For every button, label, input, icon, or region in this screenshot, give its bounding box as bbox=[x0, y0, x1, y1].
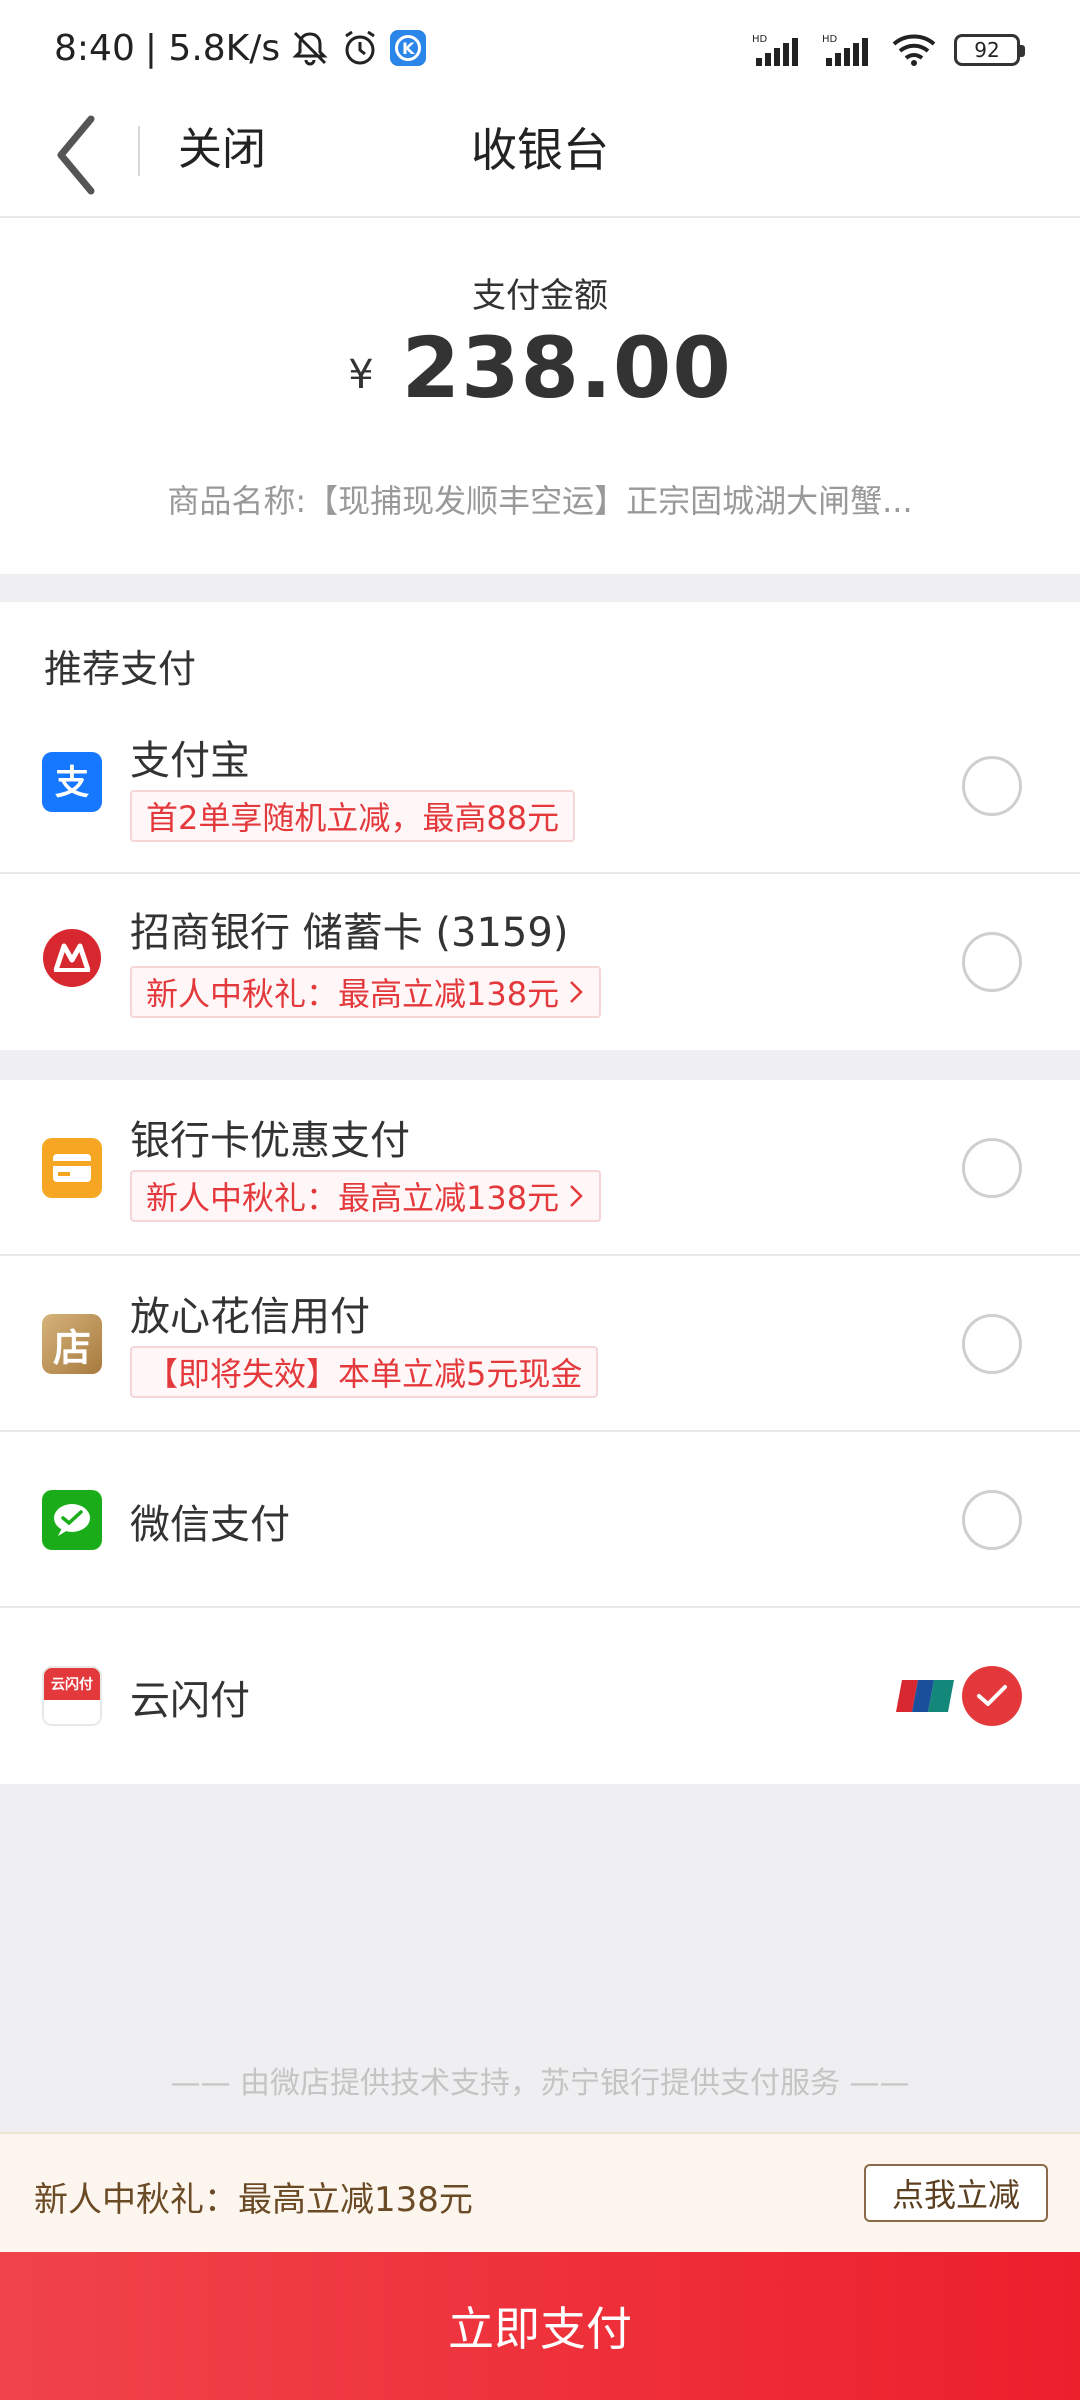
check-icon bbox=[977, 1685, 1007, 1706]
amount-section: 支付金额 ¥ 238.00 商品名称:【现捕现发顺丰空运】正宗固城湖大闸蟹... bbox=[0, 218, 1080, 574]
promo-badge[interactable]: 新人中秋礼：最高立减138元 bbox=[130, 1170, 602, 1222]
mute-icon bbox=[292, 31, 328, 66]
pay-option-name: 云闪付 bbox=[130, 1678, 250, 1724]
radio-button[interactable] bbox=[962, 1490, 1022, 1550]
pay-option-name: 招商银行 储蓄卡 (3159) bbox=[130, 910, 569, 956]
battery-icon: 92 bbox=[954, 34, 1025, 66]
alarm-icon bbox=[345, 30, 376, 65]
hd-signal-icon: HD bbox=[822, 34, 868, 66]
unionpay-logo-icon bbox=[896, 1680, 954, 1712]
hd-signal-icon: HD bbox=[752, 34, 798, 66]
pay-now-button[interactable]: 立即支付 bbox=[0, 2252, 1080, 2400]
status-net-speed: | 5.8K/s bbox=[144, 27, 281, 69]
back-button[interactable] bbox=[36, 110, 116, 200]
radio-button[interactable] bbox=[962, 1314, 1022, 1374]
amount-row: ¥ 238.00 bbox=[0, 318, 1080, 418]
promo-bar: 新人中秋礼：最高立减138元 点我立减 bbox=[0, 2132, 1080, 2252]
nav-divider bbox=[138, 126, 140, 176]
cmb-icon bbox=[42, 928, 102, 988]
amount-label: 支付金额 bbox=[472, 276, 608, 316]
status-right: HD HD 92 bbox=[752, 30, 1025, 70]
promo-text: 首2单享随机立减，最高88元 bbox=[146, 799, 560, 837]
pay-option-name: 支付宝 bbox=[130, 738, 250, 784]
currency-symbol: ¥ bbox=[348, 352, 374, 398]
footer-note: —— 由微店提供技术支持，苏宁银行提供支付服务 —— bbox=[170, 2066, 910, 2101]
store-icon-text: 店 bbox=[52, 1325, 91, 1370]
pay-option-bank-card[interactable]: 银行卡优惠支付 新人中秋礼：最高立减138元 bbox=[0, 1080, 1080, 1256]
other-pay-group: 银行卡优惠支付 新人中秋礼：最高立减138元 店 放心花信用付 【即将失效】本单… bbox=[0, 1080, 1080, 1784]
amount-value: 238.00 bbox=[401, 319, 732, 417]
chevron-right-icon bbox=[570, 981, 583, 1003]
pay-option-name: 微信支付 bbox=[130, 1502, 290, 1548]
cloud-quickpass-icon: 云闪付 bbox=[42, 1666, 102, 1726]
promo-text: 新人中秋礼：最高立减138元 bbox=[146, 975, 560, 1013]
status-left: 8:40 | 5.8K/s K bbox=[54, 24, 427, 72]
svg-text:HD: HD bbox=[752, 34, 768, 45]
promo-badge: 【即将失效】本单立减5元现金 bbox=[130, 1346, 599, 1398]
status-time: 8:40 bbox=[54, 27, 135, 69]
store-icon: 店 bbox=[42, 1314, 102, 1374]
product-name: 商品名称:【现捕现发顺丰空运】正宗固城湖大闸蟹... bbox=[167, 482, 913, 520]
nav-bar: 关闭 收银台 bbox=[0, 96, 1080, 218]
pay-option-name: 银行卡优惠支付 bbox=[130, 1118, 410, 1164]
battery-level: 92 bbox=[974, 38, 1000, 62]
chevron-right-icon bbox=[570, 1185, 583, 1207]
radio-button-checked[interactable] bbox=[962, 1666, 1022, 1726]
promo-text: 【即将失效】本单立减5元现金 bbox=[146, 1355, 583, 1393]
pay-option-cloud-quickpass[interactable]: 云闪付 云闪付 bbox=[0, 1608, 1080, 1784]
alipay-icon: 支 bbox=[42, 752, 102, 812]
pay-option-name: 放心花信用付 bbox=[130, 1294, 370, 1340]
instant-discount-button[interactable]: 点我立减 bbox=[864, 2164, 1048, 2222]
radio-button[interactable] bbox=[962, 1138, 1022, 1198]
pay-option-credit[interactable]: 店 放心花信用付 【即将失效】本单立减5元现金 bbox=[0, 1256, 1080, 1432]
svg-text:HD: HD bbox=[822, 34, 838, 45]
promo-badge[interactable]: 新人中秋礼：最高立减138元 bbox=[130, 966, 602, 1018]
pay-option-cmb[interactable]: 招商银行 储蓄卡 (3159) 新人中秋礼：最高立减138元 bbox=[0, 874, 1080, 1050]
page-title: 收银台 bbox=[471, 123, 609, 177]
status-bar: 8:40 | 5.8K/s K HD HD 92 bbox=[0, 0, 1080, 96]
bank-card-icon bbox=[42, 1138, 102, 1198]
pay-option-alipay[interactable]: 支 支付宝 首2单享随机立减，最高88元 bbox=[0, 698, 1080, 874]
group-title: 推荐支付 bbox=[44, 647, 197, 691]
radio-button[interactable] bbox=[962, 756, 1022, 816]
recommended-pay-group: 推荐支付 支 支付宝 首2单享随机立减，最高88元 招商银行 储蓄卡 (3159… bbox=[0, 602, 1080, 1050]
pay-option-wechat[interactable]: 微信支付 bbox=[0, 1432, 1080, 1608]
promo-text: 新人中秋礼：最高立减138元 bbox=[146, 1179, 560, 1217]
close-button[interactable]: 关闭 bbox=[178, 120, 266, 180]
wechat-pay-icon bbox=[42, 1490, 102, 1550]
back-arrow-icon bbox=[57, 115, 95, 195]
wifi-icon bbox=[892, 34, 936, 66]
cloud-quickpass-icon-text: 云闪付 bbox=[51, 1677, 93, 1693]
k-app-icon: K bbox=[390, 30, 427, 66]
radio-button[interactable] bbox=[962, 932, 1022, 992]
promo-badge: 首2单享随机立减，最高88元 bbox=[130, 790, 576, 842]
svg-text:支: 支 bbox=[55, 763, 89, 803]
promo-bar-text: 新人中秋礼：最高立减138元 bbox=[34, 2180, 473, 2220]
